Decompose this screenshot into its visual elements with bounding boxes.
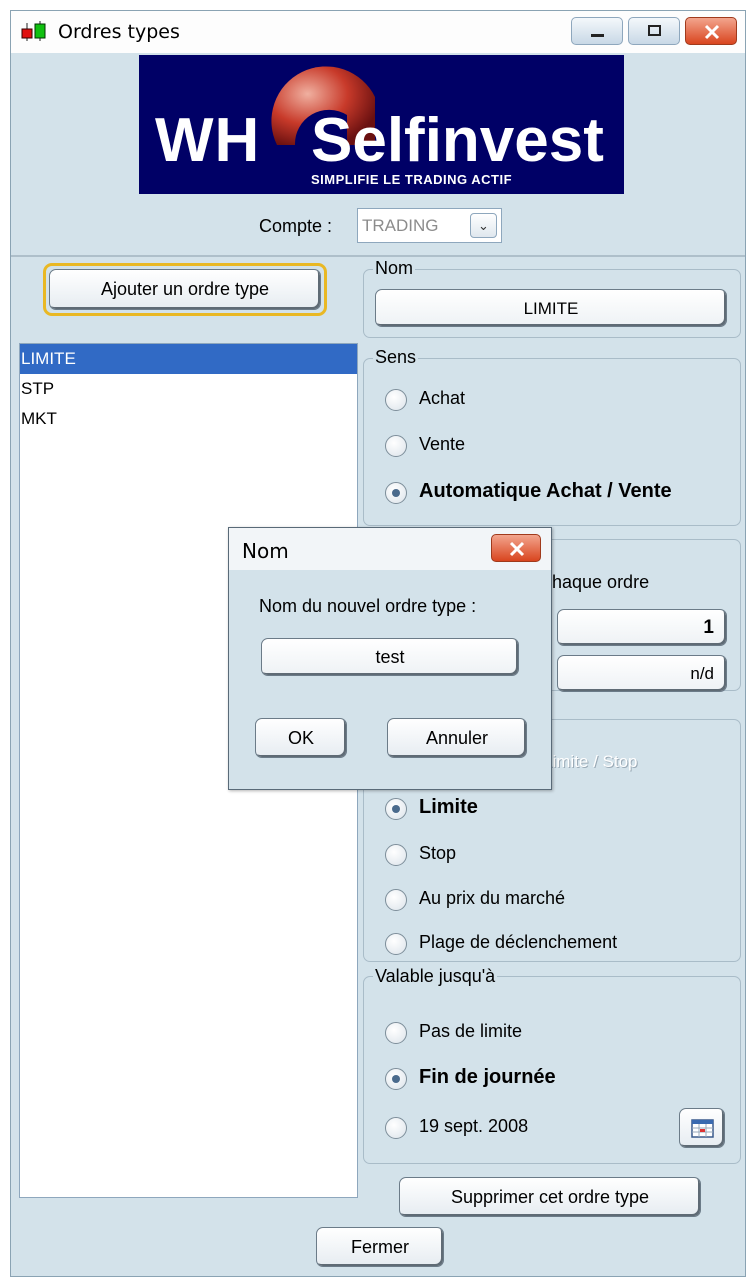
main-window: Ordres types WH Selfinvest SIMPLIFIE LE … xyxy=(10,10,746,1277)
restore-button[interactable] xyxy=(628,17,680,45)
close-button[interactable] xyxy=(685,17,737,45)
dialog-name-input[interactable]: test xyxy=(261,638,519,676)
account-label: Compte : xyxy=(259,216,333,236)
secondary-value-field[interactable]: n/d xyxy=(557,655,727,692)
radio-vente[interactable] xyxy=(385,435,407,457)
dialog-ok-button[interactable]: OK xyxy=(255,718,347,758)
account-select-value: TRADING xyxy=(362,216,439,235)
name-dialog: Nom Nom du nouvel ordre type : test OK A… xyxy=(228,527,552,790)
chevron-down-icon[interactable]: ⌄ xyxy=(470,213,497,238)
logo-tagline: SIMPLIFIE LE TRADING ACTIF xyxy=(311,172,513,187)
candlestick-chart-icon xyxy=(21,21,46,41)
radio-date[interactable] xyxy=(385,1117,407,1139)
radio-end-of-day-label: Fin de journée xyxy=(419,1066,556,1088)
direction-group-legend: Sens xyxy=(373,347,419,368)
logo-text-selfinvest: Selfinvest xyxy=(311,106,604,175)
radio-automatique[interactable] xyxy=(385,482,407,504)
close-icon xyxy=(704,24,720,40)
dialog-cancel-button[interactable]: Annuler xyxy=(387,718,527,758)
radio-vente-label: Vente xyxy=(419,434,466,454)
account-select[interactable]: TRADING ⌄ xyxy=(357,208,502,243)
radio-plage[interactable] xyxy=(385,933,407,955)
add-order-type-button[interactable]: Ajouter un ordre type xyxy=(49,269,321,310)
logo-text-wh: WH xyxy=(155,106,261,175)
minimize-icon xyxy=(591,34,604,37)
radio-no-limit-label: Pas de limite xyxy=(419,1021,523,1041)
close-window-button[interactable]: Fermer xyxy=(316,1227,444,1267)
radio-limite-label: Limite xyxy=(419,796,478,818)
dialog-title: Nom xyxy=(242,539,289,563)
quantity-group-legend: chaque ordre xyxy=(543,572,650,592)
radio-achat-label: Achat xyxy=(419,388,466,408)
minimize-button[interactable] xyxy=(571,17,623,45)
title-bar[interactable]: Ordres types xyxy=(11,11,745,53)
quantity-field[interactable]: 1 xyxy=(557,609,727,646)
radio-market[interactable] xyxy=(385,889,407,911)
name-group-legend: Nom xyxy=(373,258,416,279)
radio-limite[interactable] xyxy=(385,798,407,820)
name-field[interactable]: LIMITE xyxy=(375,289,727,327)
radio-stop[interactable] xyxy=(385,844,407,866)
calendar-button[interactable] xyxy=(679,1108,725,1148)
radio-no-limit[interactable] xyxy=(385,1022,407,1044)
brand-logo: WH Selfinvest SIMPLIFIE LE TRADING ACTIF xyxy=(139,55,624,194)
validity-group-legend: Valable jusqu'à xyxy=(373,966,498,987)
close-icon xyxy=(509,541,525,557)
radio-end-of-day[interactable] xyxy=(385,1068,407,1090)
calendar-icon xyxy=(691,1119,714,1138)
header-divider xyxy=(11,255,745,257)
radio-automatique-label: Automatique Achat / Vente xyxy=(419,480,672,502)
radio-date-label: 19 sept. 2008 xyxy=(419,1116,529,1136)
restore-icon xyxy=(648,25,661,36)
radio-plage-label: Plage de déclenchement xyxy=(419,932,618,952)
window-title: Ordres types xyxy=(58,21,180,43)
dialog-prompt: Nom du nouvel ordre type : xyxy=(259,596,477,616)
radio-market-label: Au prix du marché xyxy=(419,888,566,908)
order-type-group-legend: Limite / Stop xyxy=(543,752,638,771)
radio-stop-label: Stop xyxy=(419,843,457,863)
delete-order-type-button[interactable]: Supprimer cet ordre type xyxy=(399,1177,701,1217)
list-item[interactable]: STP xyxy=(20,374,357,404)
list-item[interactable]: MKT xyxy=(20,404,357,434)
dialog-close-button[interactable] xyxy=(491,534,541,562)
radio-achat[interactable] xyxy=(385,389,407,411)
list-item[interactable]: LIMITE xyxy=(20,344,357,374)
dialog-title-bar[interactable]: Nom xyxy=(229,528,551,570)
